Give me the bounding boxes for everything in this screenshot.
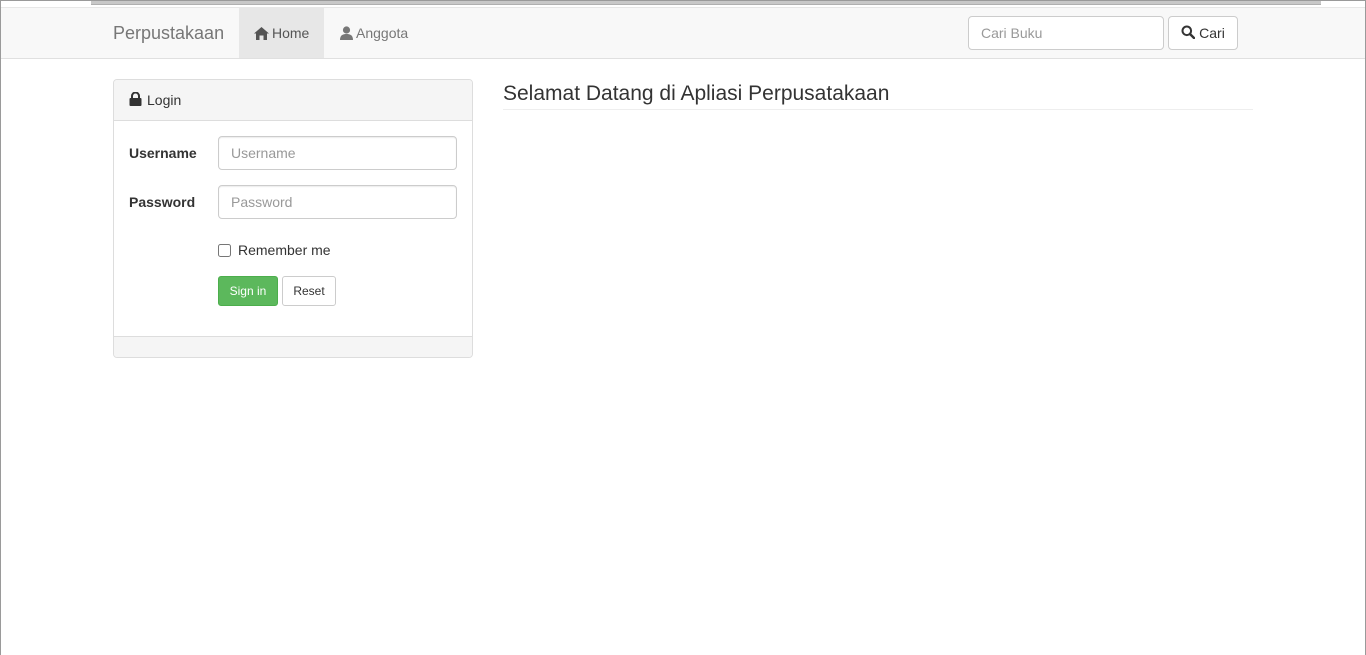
- login-panel-title: Login: [147, 92, 182, 108]
- username-field[interactable]: [218, 136, 457, 170]
- nav-item-home[interactable]: Home: [239, 8, 325, 58]
- search-button[interactable]: Cari: [1168, 16, 1238, 50]
- nav-item-anggota[interactable]: Anggota: [325, 8, 423, 58]
- remember-me-checkbox[interactable]: [218, 243, 231, 257]
- login-panel-footer: [114, 336, 472, 357]
- password-label: Password: [129, 194, 196, 210]
- search-icon: [1181, 25, 1196, 42]
- home-icon: [254, 26, 269, 40]
- search-input[interactable]: [968, 16, 1164, 50]
- page-title: Selamat Datang di Apliasi Perpusatakaan: [503, 81, 1253, 110]
- username-label: Username: [129, 145, 197, 161]
- search-button-label: Cari: [1199, 25, 1225, 41]
- sign-in-button[interactable]: Sign in: [218, 276, 278, 306]
- lock-icon: [129, 91, 142, 109]
- remember-me-label: Remember me: [238, 242, 331, 258]
- reset-button[interactable]: Reset: [282, 276, 336, 306]
- login-panel-heading: Login: [114, 80, 472, 121]
- remember-me[interactable]: Remember me: [218, 242, 331, 258]
- login-panel: Login Username Password Remember me Sign…: [113, 79, 473, 358]
- password-field[interactable]: [218, 185, 457, 219]
- navbar: Perpustakaan Home Anggota Cari Buku Cari: [1, 7, 1365, 59]
- nav-item-home-label: Home: [272, 25, 310, 41]
- nav-item-anggota-label: Anggota: [356, 25, 409, 41]
- browser-viewport: Perpustakaan Home Anggota Cari Buku Cari…: [0, 0, 1366, 655]
- user-icon: [340, 26, 353, 40]
- navbar-brand[interactable]: Perpustakaan: [113, 8, 224, 58]
- top-scroll-strip: [91, 1, 1321, 5]
